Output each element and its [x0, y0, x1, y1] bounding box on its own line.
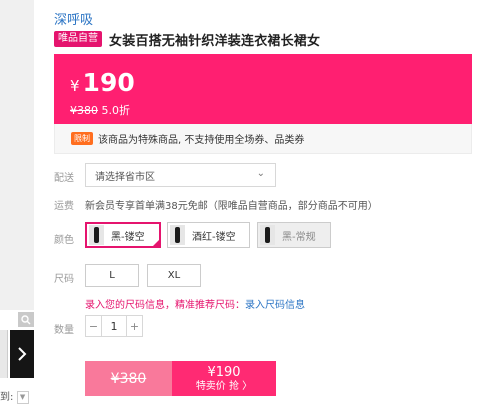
triangle-down-icon: ▼ — [19, 392, 26, 401]
region-select[interactable]: 请选择省市区 ⌄ — [85, 163, 276, 187]
color-option-label: 酒红-镂空 — [192, 231, 236, 243]
goto-dropdown[interactable]: ▼ — [16, 390, 29, 404]
buy-sale-block[interactable]: ¥190 特卖价 抢 〉 — [172, 361, 276, 396]
product-gallery: 到: ▼ — [0, 0, 34, 412]
selected-check-icon — [151, 238, 161, 248]
price-box: ¥ 190 ¥380 5.0折 — [54, 54, 472, 124]
original-price-value: ¥380 — [70, 104, 98, 117]
color-label: 颜色 — [54, 235, 74, 246]
zoom-button[interactable] — [18, 312, 34, 327]
current-price-value: 190 — [82, 68, 135, 97]
current-price: ¥ 190 — [70, 68, 135, 97]
buy-sale-price: ¥190 — [207, 364, 241, 380]
brand-link[interactable]: 深呼吸 — [54, 9, 93, 28]
delivery-label: 配送 — [54, 173, 74, 184]
buy-button[interactable]: ¥380 ¥190 特卖价 抢 〉 — [85, 361, 276, 396]
page-goto: 到: ▼ — [0, 388, 34, 404]
color-option-label: 黑-镂空 — [111, 231, 145, 243]
thumbnail-image[interactable] — [0, 330, 8, 378]
color-option-disabled[interactable]: 黑-常规 — [257, 222, 331, 248]
chevron-down-icon: ⌄ — [256, 168, 265, 179]
restriction-text: 该商品为特殊商品, 不支持使用全场券、品类券 — [98, 135, 305, 146]
restriction-notice: 限制 该商品为特殊商品, 不支持使用全场券、品类券 — [54, 124, 472, 154]
buy-cta-label: 特卖价 抢 〉 — [195, 380, 253, 392]
currency-symbol: ¥ — [70, 77, 80, 95]
shipping-text: 新会员专享首单满38元免邮（限唯品自营商品，部分商品不可用） — [85, 201, 378, 212]
size-label: 尺码 — [54, 274, 74, 285]
original-price: ¥380 5.0折 — [70, 102, 130, 118]
product-main-image — [0, 0, 34, 310]
color-option-label: 黑-常规 — [282, 231, 316, 243]
shipping-label: 运费 — [54, 201, 74, 212]
size-option-l[interactable]: L — [85, 264, 139, 287]
thumbnail-next-button[interactable] — [10, 330, 34, 378]
quantity-input[interactable]: 1 — [101, 316, 127, 336]
size-entry-link[interactable]: 录入尺码信息 — [245, 300, 305, 311]
chevron-right-icon — [18, 347, 27, 361]
region-placeholder: 请选择省市区 — [95, 171, 155, 183]
size-hint: 录入您的尺码信息，精准推荐尺码：录入尺码信息 — [85, 296, 305, 311]
size-hint-text: 录入您的尺码信息，精准推荐尺码： — [85, 300, 245, 311]
title-row: 唯品自营 女装百搭无袖针织洋装连衣裙长裙女 — [54, 30, 321, 49]
color-option[interactable]: 酒红-镂空 — [167, 222, 250, 248]
quantity-increase-button[interactable]: + — [127, 316, 142, 336]
size-option-xl[interactable]: XL — [147, 264, 201, 287]
color-option[interactable]: 黑-镂空 — [85, 222, 161, 248]
quantity-stepper: − 1 + — [85, 315, 143, 337]
color-thumbnail — [260, 225, 275, 245]
buy-original-price: ¥380 — [85, 361, 172, 396]
product-title: 女装百搭无袖针织洋装连衣裙长裙女 — [109, 33, 321, 49]
color-thumbnail — [170, 225, 185, 245]
restriction-tag: 限制 — [71, 132, 93, 145]
quantity-decrease-button[interactable]: − — [86, 316, 101, 336]
goto-label: 到: — [0, 392, 14, 403]
discount-label: 5.0折 — [101, 104, 131, 117]
self-operated-badge: 唯品自营 — [54, 31, 102, 47]
quantity-label: 数量 — [54, 325, 74, 336]
magnifier-icon — [21, 314, 31, 324]
color-thumbnail — [89, 225, 104, 245]
